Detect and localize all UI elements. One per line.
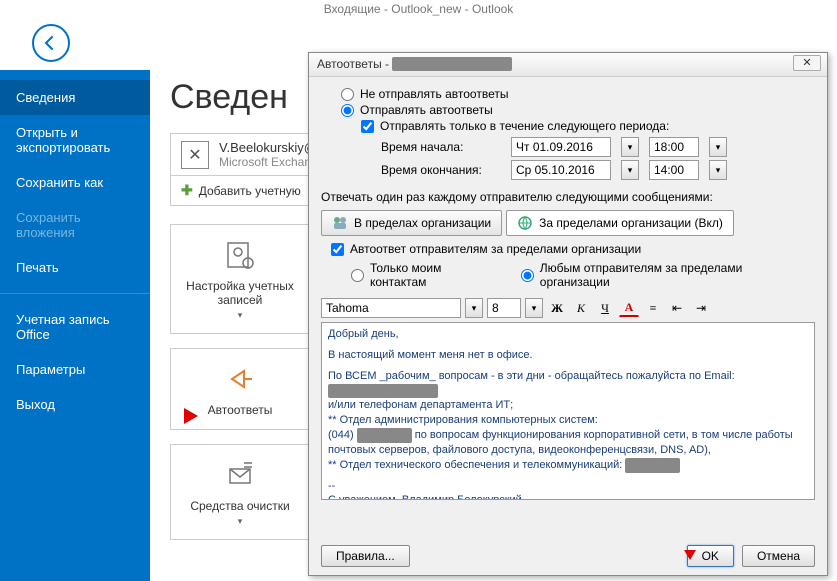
people-icon	[332, 215, 348, 231]
chevron-down-icon: ▾	[238, 516, 243, 526]
tile-label: Настройка учетных записей	[179, 279, 301, 307]
outdent-button[interactable]: ⇤	[667, 298, 687, 318]
reply-once-label: Отвечать один раз каждому отправителю сл…	[321, 190, 815, 204]
radio-label: Только моим контактам	[370, 261, 501, 289]
dialog-titlebar: Автоответы - xxxxxxxxxxxxxxxxxxxx ✕	[309, 53, 827, 77]
dialog-title-text: Автоответы -	[317, 57, 392, 71]
bullet-list-button[interactable]: ≡	[643, 298, 663, 318]
red-arrow-down-annotation	[680, 530, 700, 562]
checkbox-label: Отправлять только в течение следующего п…	[380, 119, 669, 133]
radio-any-sender[interactable]: Любым отправителям за пределами организа…	[521, 261, 815, 289]
dropdown-button[interactable]: ▾	[525, 298, 543, 318]
sidebar-item-office-account[interactable]: Учетная запись Office	[0, 302, 150, 352]
bold-button[interactable]: Ж	[547, 298, 567, 318]
close-button[interactable]: ✕	[793, 55, 821, 71]
underline-button[interactable]: Ч	[595, 298, 615, 318]
cancel-button[interactable]: Отмена	[742, 545, 815, 567]
dropdown-button[interactable]: ▾	[621, 160, 639, 180]
radio-contacts-input[interactable]	[351, 269, 364, 282]
radio-no-send[interactable]: Не отправлять автоответы	[341, 87, 815, 101]
radio-any-input[interactable]	[521, 269, 534, 282]
format-toolbar: ▾ ▾ Ж К Ч А ≡ ⇤ ⇥	[321, 298, 815, 318]
radio-no-send-input[interactable]	[341, 88, 354, 101]
dropdown-button[interactable]: ▾	[709, 137, 727, 157]
tab-label: За пределами организации (Вкл)	[539, 216, 723, 230]
auto-reply-dialog: Автоответы - xxxxxxxxxxxxxxxxxxxx ✕ Не о…	[308, 52, 828, 576]
reply-icon	[179, 361, 301, 397]
checkbox-outside-input[interactable]	[331, 243, 344, 256]
radio-send-input[interactable]	[341, 104, 354, 117]
editor-line: По ВСЕМ _рабочим_ вопросам - в эти дни -…	[328, 369, 808, 384]
tile-cleanup[interactable]: Средства очистки ▾	[170, 444, 310, 540]
sidebar-separator	[0, 293, 150, 294]
exchange-icon: ✕	[181, 141, 209, 169]
sidebar: Сведения Открыть и экспортировать Сохран…	[0, 70, 150, 581]
sidebar-item-exit[interactable]: Выход	[0, 387, 150, 422]
red-arrow-annotation	[150, 404, 200, 428]
radio-label: Отправлять автоответы	[360, 103, 493, 117]
radio-label: Любым отправителям за пределами организа…	[540, 261, 815, 289]
arrow-left-icon	[41, 33, 61, 53]
editor-line: Добрый день,	[328, 327, 808, 342]
sidebar-item-save-as[interactable]: Сохранить как	[0, 165, 150, 200]
tile-label: Средства очистки	[179, 499, 301, 513]
start-time-input[interactable]	[649, 137, 699, 157]
editor-line: (044) xxxxxxxxxx по вопросам функциониро…	[328, 428, 808, 458]
start-time-label: Время начала:	[381, 140, 501, 154]
globe-icon	[517, 215, 533, 231]
radio-contacts-only[interactable]: Только моим контактам	[351, 261, 501, 289]
add-account-label: Добавить учетную	[199, 184, 301, 198]
italic-button[interactable]: К	[571, 298, 591, 318]
rules-button[interactable]: Правила...	[321, 545, 410, 567]
redacted: xxxxxxxxxxxxxxxxxxxx	[392, 57, 512, 71]
tab-label: В пределах организации	[354, 216, 491, 230]
back-button[interactable]	[32, 24, 70, 62]
window-title: Входящие - Outlook_new - Outlook	[0, 0, 837, 18]
user-gear-icon	[179, 237, 301, 273]
font-size-select[interactable]	[487, 298, 521, 318]
start-date-input[interactable]	[511, 137, 611, 157]
checkbox-period-input[interactable]	[361, 120, 374, 133]
editor-line: ** Отдел технического обеспечения и теле…	[328, 458, 808, 473]
tab-inside-org[interactable]: В пределах организации	[321, 210, 502, 236]
editor-line: В настоящий момент меня нет в офисе.	[328, 348, 808, 363]
dropdown-button[interactable]: ▾	[621, 137, 639, 157]
checkbox-outside-reply[interactable]: Автоответ отправителям за пределами орга…	[331, 242, 815, 256]
radio-label: Не отправлять автоответы	[360, 87, 508, 101]
dropdown-button[interactable]: ▾	[465, 298, 483, 318]
font-color-button[interactable]: А	[619, 299, 639, 317]
editor-line: --	[328, 479, 808, 494]
checkbox-period[interactable]: Отправлять только в течение следующего п…	[361, 119, 815, 133]
cleanup-icon	[179, 457, 301, 493]
indent-button[interactable]: ⇥	[691, 298, 711, 318]
tile-account-settings[interactable]: Настройка учетных записей ▾	[170, 224, 310, 334]
dropdown-button[interactable]: ▾	[709, 160, 727, 180]
chevron-down-icon: ▾	[238, 310, 243, 320]
plus-icon: ✚	[181, 182, 193, 199]
tab-outside-org[interactable]: За пределами организации (Вкл)	[506, 210, 734, 236]
editor-line: ** Отдел администрирования компьютерных …	[328, 413, 808, 428]
sidebar-item-open-export[interactable]: Открыть и экспортировать	[0, 115, 150, 165]
redacted: xxxxxxxxxxxxxxxxxxxx	[328, 384, 438, 399]
sidebar-item-options[interactable]: Параметры	[0, 352, 150, 387]
sidebar-item-save-attachments: Сохранить вложения	[0, 200, 150, 250]
editor-line: С уважением, Владимир Белокурский	[328, 493, 808, 500]
editor-line: и/или телефонам департамента ИТ;	[328, 398, 808, 413]
font-select[interactable]	[321, 298, 461, 318]
end-date-input[interactable]	[511, 160, 611, 180]
sidebar-item-print[interactable]: Печать	[0, 250, 150, 285]
end-time-label: Время окончания:	[381, 163, 501, 177]
message-editor[interactable]: Добрый день, В настоящий момент меня нет…	[321, 322, 815, 500]
sidebar-item-info[interactable]: Сведения	[0, 80, 150, 115]
radio-send[interactable]: Отправлять автоответы	[341, 103, 815, 117]
checkbox-label: Автоответ отправителям за пределами орга…	[350, 242, 641, 256]
end-time-input[interactable]	[649, 160, 699, 180]
